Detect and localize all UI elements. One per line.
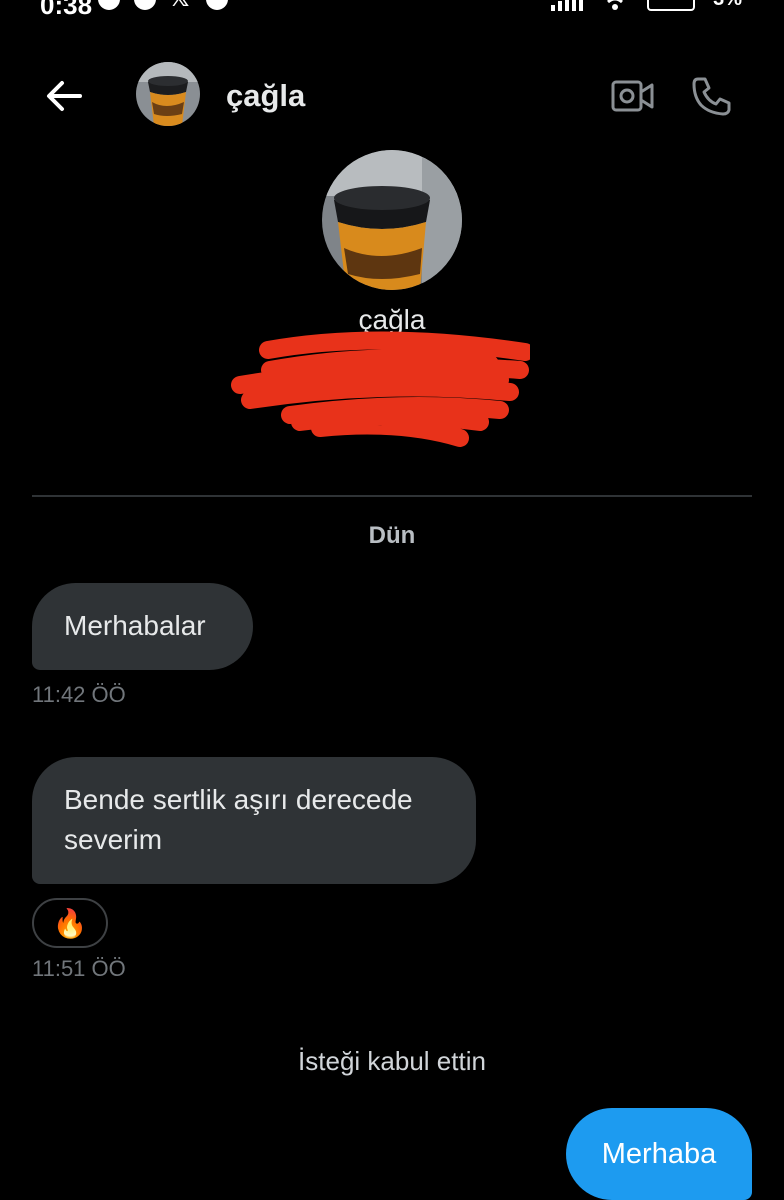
video-call-button[interactable] [610, 76, 656, 116]
message-text: Merhaba [601, 1138, 717, 1170]
reaction-badge[interactable]: 🔥 [32, 898, 108, 948]
voice-call-button[interactable] [690, 74, 734, 118]
message-text: Bende sertlik aşırı derecede severim [64, 784, 413, 855]
status-time: 0:38 [40, 0, 93, 20]
notification-icon [98, 0, 120, 10]
avatar[interactable] [136, 62, 200, 126]
back-button[interactable] [40, 74, 88, 118]
message-text: Merhabalar [64, 610, 206, 641]
battery-icon [647, 0, 696, 11]
x-app-icon: 𝕏 [170, 0, 192, 11]
divider [32, 495, 752, 497]
received-message[interactable]: Bende sertlik aşırı derecede severim [32, 757, 476, 884]
redaction-scribble [231, 331, 530, 447]
coffee-cup-photo [136, 62, 200, 126]
received-message[interactable]: Merhabalar [32, 583, 253, 670]
sent-message[interactable]: Merhaba [566, 1108, 752, 1200]
app-notification-icon [206, 0, 228, 10]
message-timestamp: 11:42 ÖÖ [32, 682, 126, 707]
signal-icon [551, 0, 584, 11]
message-timestamp: 11:51 ÖÖ [32, 956, 126, 981]
battery-percentage: 3% [713, 0, 742, 11]
date-separator: Dün [368, 522, 416, 549]
system-indicators: 3% [551, 0, 742, 11]
notification-icons: 𝕏 [98, 0, 228, 11]
video-camera-icon [611, 80, 654, 112]
profile-avatar[interactable] [322, 150, 462, 290]
wifi-icon [607, 0, 624, 10]
arrow-left-icon [47, 81, 82, 111]
phone-icon [692, 77, 731, 116]
message-notification-icon [134, 0, 156, 10]
conversation-title[interactable]: çağla [226, 78, 305, 114]
status-bar: 0:38 𝕏 3% [0, 0, 784, 22]
request-accepted-notice: İsteği kabul ettin [298, 1046, 486, 1076]
coffee-cup-photo [322, 150, 462, 290]
fire-emoji-reaction: 🔥 [52, 907, 88, 939]
conversation-header: çağla [0, 56, 784, 136]
